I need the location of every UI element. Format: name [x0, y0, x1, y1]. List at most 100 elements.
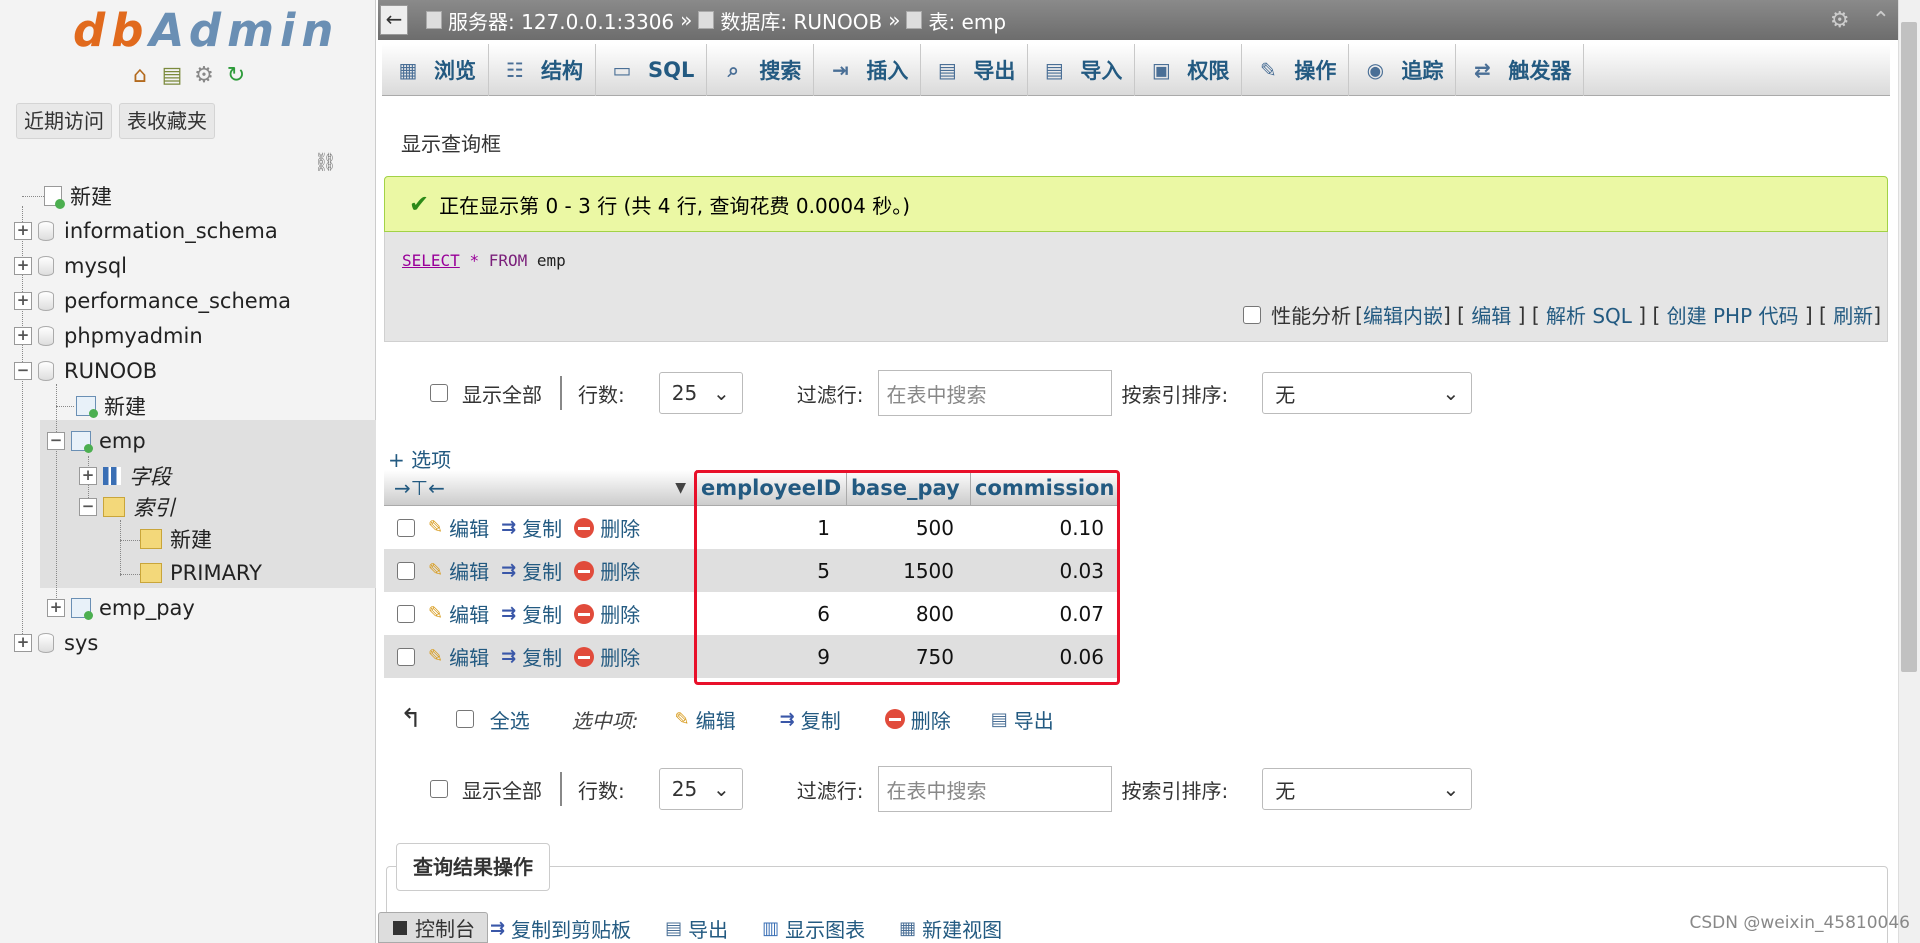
filter-input[interactable]: 在表中搜索	[877, 370, 1112, 416]
sort-select[interactable]: 无 ⌄	[1262, 768, 1473, 810]
edit-inline-link[interactable]: 编辑内嵌	[1363, 300, 1443, 329]
expand-icon[interactable]: +	[79, 467, 97, 485]
collapse-top-icon[interactable]: ⌃	[1872, 8, 1890, 33]
tree-item-index-primary[interactable]: PRIMARY	[140, 556, 262, 590]
check-all-checkbox[interactable]	[455, 710, 474, 728]
scrollbar[interactable]	[1898, 0, 1920, 943]
chevron-down-icon[interactable]: ▼	[675, 480, 686, 496]
tree-item-phpmyadmin[interactable]: + phpmyadmin	[14, 319, 203, 353]
copy-button[interactable]: ⇉ 复制	[501, 513, 562, 542]
show-all-checkbox[interactable]	[430, 384, 448, 402]
breadcrumb-server[interactable]: 服务器: 127.0.0.1:3306	[448, 6, 674, 35]
tab-operations[interactable]: ✎ 操作	[1242, 44, 1350, 96]
tab-privileges[interactable]: ▣ 权限	[1135, 44, 1243, 96]
check-all-label[interactable]: 全选	[490, 705, 530, 734]
row-checkbox[interactable]	[397, 518, 415, 537]
tab-tracking[interactable]: ◉ 追踪	[1349, 44, 1457, 96]
tree-item-mysql[interactable]: + mysql	[14, 249, 127, 283]
tree-item-columns[interactable]: + 字段	[79, 459, 171, 493]
link-icon[interactable]: ⛓	[314, 152, 337, 173]
export-link[interactable]: ▤ 导出	[665, 914, 728, 943]
sql-icon: ▭	[612, 58, 632, 82]
profiling-checkbox[interactable]	[1243, 305, 1262, 324]
show-chart-link[interactable]: ▥ 显示图表	[762, 914, 865, 943]
scroll-thumb[interactable]	[1901, 22, 1917, 672]
tab-insert[interactable]: ⇥ 插入	[814, 44, 922, 96]
column-resize-icon[interactable]: →⊤←	[394, 476, 445, 500]
edit-button[interactable]: ✎ 编辑	[428, 513, 489, 542]
expand-icon[interactable]: +	[47, 599, 65, 617]
tree-item-runoob[interactable]: − RUNOOB	[14, 354, 157, 388]
tab-browse[interactable]: ▦ 浏览	[382, 44, 489, 96]
filter-input[interactable]: 在表中搜索	[877, 766, 1112, 812]
expand-icon[interactable]: +	[14, 222, 32, 240]
edit-button[interactable]: ✎ 编辑	[428, 556, 489, 585]
collapse-nav-button[interactable]: ←	[380, 5, 408, 35]
explain-sql-link[interactable]: 解析 SQL	[1546, 300, 1632, 329]
expand-icon[interactable]: +	[14, 327, 32, 345]
tree-item-performance-schema[interactable]: + performance_schema	[14, 284, 291, 318]
breadcrumb-database[interactable]: 数据库: RUNOOB	[720, 6, 882, 35]
exit-icon[interactable]: ▤	[159, 62, 185, 88]
edit-button[interactable]: ✎ 编辑	[428, 599, 489, 628]
delete-button[interactable]: 删除	[574, 556, 640, 585]
breadcrumb-table[interactable]: 表: emp	[928, 6, 1006, 35]
collapse-icon[interactable]: −	[14, 362, 32, 380]
bulk-export-button[interactable]: ▤ 导出	[991, 705, 1054, 734]
tab-search[interactable]: ⌕ 搜索	[707, 44, 815, 96]
expand-icon[interactable]: +	[14, 634, 32, 652]
query-operations-title: 查询结果操作	[396, 843, 550, 891]
settings-icon[interactable]: ⚙	[1830, 8, 1850, 33]
settings-icon[interactable]: ⚙	[191, 62, 217, 88]
logo[interactable]: dbAdmin	[73, 4, 339, 57]
home-icon[interactable]: ⌂	[127, 62, 153, 88]
favorites-button[interactable]: 表收藏夹	[119, 103, 215, 139]
delete-button[interactable]: 删除	[574, 513, 640, 542]
tree-item-sys[interactable]: + sys	[14, 626, 98, 660]
bulk-delete-button[interactable]: 删除	[884, 705, 951, 734]
options-link[interactable]: + 选项	[388, 444, 451, 473]
copy-button[interactable]: ⇉ 复制	[501, 556, 562, 585]
row-checkbox[interactable]	[397, 647, 415, 666]
sort-select[interactable]: 无 ⌄	[1262, 372, 1473, 414]
tree-item-information-schema[interactable]: + information_schema	[14, 214, 278, 248]
copy-clipboard-link[interactable]: ⇉ 复制到剪贴板	[490, 914, 631, 943]
tree-item-runoob-new[interactable]: 新建	[76, 389, 146, 423]
create-view-link[interactable]: ▦ 新建视图	[899, 914, 1002, 943]
copy-button[interactable]: ⇉ 复制	[501, 599, 562, 628]
tab-sql[interactable]: ▭ SQL	[596, 44, 708, 96]
bulk-copy-button[interactable]: ⇉ 复制	[780, 705, 841, 734]
tab-export[interactable]: ▤ 导出	[921, 44, 1029, 96]
tree-item-new[interactable]: 新建	[44, 179, 112, 213]
bulk-edit-button[interactable]: ✎ 编辑	[675, 705, 736, 734]
delete-button[interactable]: 删除	[574, 599, 640, 628]
refresh-link[interactable]: 刷新	[1833, 300, 1873, 329]
tab-triggers[interactable]: ⇄ 触发器	[1456, 44, 1585, 96]
create-php-link[interactable]: 创建 PHP 代码	[1667, 300, 1799, 329]
show-query-box-link[interactable]: 显示查询框	[401, 128, 501, 157]
row-checkbox[interactable]	[397, 561, 415, 580]
tab-structure[interactable]: ☷ 结构	[489, 44, 596, 96]
collapse-icon[interactable]: −	[79, 498, 97, 516]
pencil-icon: ✎	[428, 517, 444, 538]
tab-import[interactable]: ▤ 导入	[1028, 44, 1136, 96]
tree-item-indexes[interactable]: − 索引	[79, 490, 175, 524]
show-all-checkbox[interactable]	[430, 780, 448, 798]
rows-select[interactable]: 25 ⌄	[658, 768, 743, 810]
row-checkbox[interactable]	[397, 604, 415, 623]
expand-icon[interactable]: +	[14, 292, 32, 310]
delete-button[interactable]: 删除	[574, 642, 640, 671]
tree-item-emp-pay[interactable]: + emp_pay	[47, 591, 195, 625]
tree-item-index-new[interactable]: 新建	[140, 522, 212, 556]
rows-select[interactable]: 25 ⌄	[658, 372, 743, 414]
edit-button[interactable]: ✎ 编辑	[428, 642, 489, 671]
sql-query-text[interactable]: SELECT * FROM emp	[402, 251, 566, 270]
recent-button[interactable]: 近期访问	[16, 103, 112, 139]
tree-item-emp[interactable]: − emp	[47, 424, 146, 458]
edit-sql-link[interactable]: 编辑	[1471, 300, 1511, 329]
expand-icon[interactable]: +	[14, 257, 32, 275]
reload-icon[interactable]: ↻	[223, 62, 249, 88]
console-button[interactable]: 控制台	[378, 912, 488, 943]
copy-button[interactable]: ⇉ 复制	[501, 642, 562, 671]
collapse-icon[interactable]: −	[47, 432, 65, 450]
